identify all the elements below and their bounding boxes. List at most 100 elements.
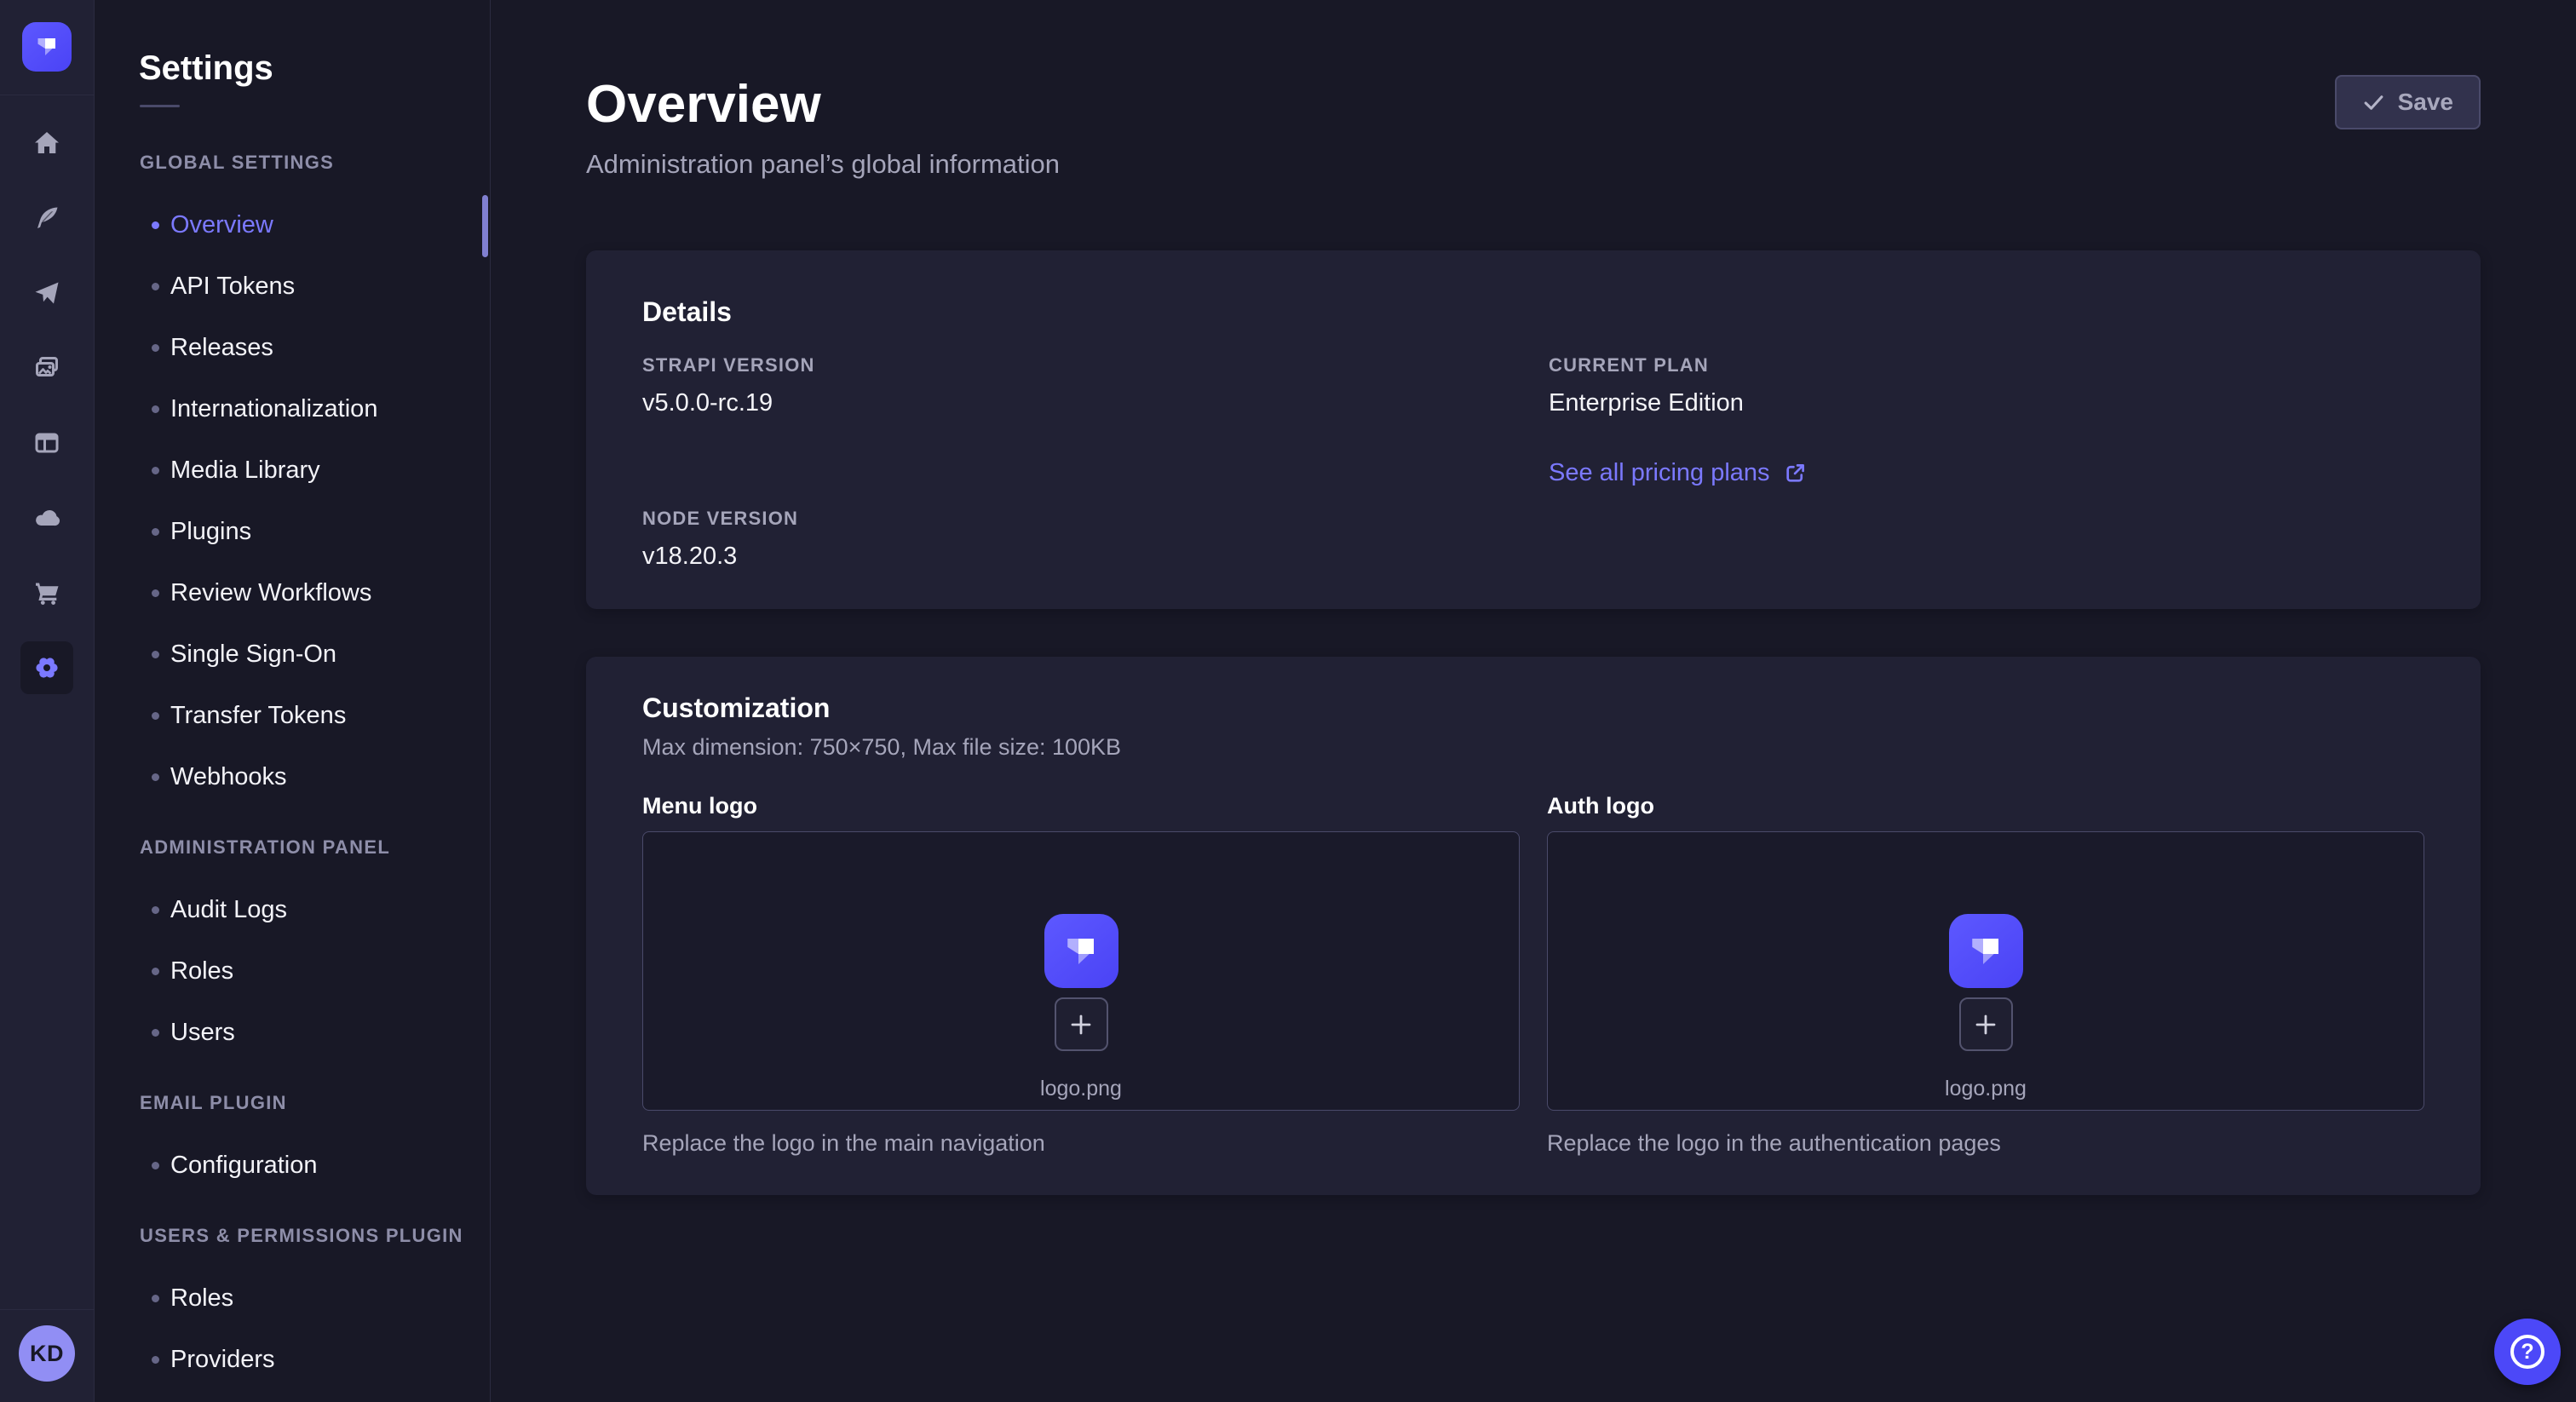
settings-nav-item-configuration[interactable]: Configuration — [95, 1135, 490, 1196]
pricing-plans-link-label: See all pricing plans — [1549, 459, 1770, 487]
strapi-mark-icon — [30, 30, 64, 64]
settings-nav-item-users[interactable]: Users — [95, 1002, 490, 1063]
details-left-column: STRAPI VERSION v5.0.0-rc.19 NODE VERSION… — [642, 354, 1518, 572]
bullet-icon — [152, 221, 159, 229]
settings-nav-item-list: Audit Logs Roles Users — [95, 879, 490, 1063]
rail-home-link[interactable] — [32, 129, 61, 158]
settings-subnav: Settings GLOBAL SETTINGS Overview API To… — [95, 0, 491, 1402]
rail-marketplace-link[interactable] — [32, 578, 61, 607]
cloud-icon — [32, 503, 61, 532]
check-icon — [2362, 91, 2385, 114]
bullet-icon — [152, 651, 159, 658]
rail-content-manager-link[interactable] — [32, 204, 61, 233]
menu-logo-filename: logo.png — [1040, 1076, 1122, 1101]
bullet-icon — [152, 283, 159, 290]
rail-bottom-divider — [0, 1309, 94, 1310]
bullet-icon — [152, 1029, 159, 1037]
settings-nav-item-single-sign-on[interactable]: Single Sign-On — [95, 623, 490, 685]
rail-releases-link[interactable] — [32, 279, 61, 307]
details-card-title: Details — [642, 295, 2424, 329]
customization-card-subtitle: Max dimension: 750×750, Max file size: 1… — [642, 733, 2424, 761]
save-button[interactable]: Save — [2335, 75, 2481, 129]
settings-nav-item-providers[interactable]: Providers — [95, 1329, 490, 1390]
settings-nav-item-plugins[interactable]: Plugins — [95, 501, 490, 562]
settings-nav-section-label: USERS & PERMISSIONS PLUGIN — [140, 1225, 490, 1247]
menu-logo-add-button[interactable] — [1055, 997, 1108, 1051]
home-icon — [32, 129, 61, 158]
menu-logo-dropzone[interactable]: logo.png — [642, 831, 1520, 1111]
settings-nav-item-releases[interactable]: Releases — [95, 317, 490, 378]
settings-nav-item-overview[interactable]: Overview — [95, 194, 490, 256]
save-button-label: Save — [2398, 89, 2453, 116]
bullet-icon — [152, 712, 159, 720]
settings-nav-item-media-library[interactable]: Media Library — [95, 440, 490, 501]
settings-nav-item-internationalization[interactable]: Internationalization — [95, 378, 490, 440]
layout-icon — [32, 428, 61, 457]
settings-nav-item-list: Configuration — [95, 1135, 490, 1196]
auth-logo-preview — [1949, 914, 2023, 988]
bullet-icon — [152, 1295, 159, 1302]
strapi-version-label: STRAPI VERSION — [642, 354, 1518, 376]
auth-logo-add-button[interactable] — [1959, 997, 2013, 1051]
bullet-icon — [152, 906, 159, 914]
auth-logo-label: Auth logo — [1547, 792, 2424, 819]
auth-logo-caption: Replace the logo in the authentication p… — [1547, 1129, 2424, 1158]
node-version-label: NODE VERSION — [642, 508, 1518, 530]
auth-logo-field: Auth logo — [1547, 792, 2424, 1158]
paper-plane-icon — [32, 279, 61, 307]
current-plan-field: CURRENT PLAN Enterprise Edition — [1549, 354, 2424, 418]
page-title: Overview — [586, 73, 2481, 136]
current-plan-value: Enterprise Edition — [1549, 388, 2424, 418]
settings-nav-item-review-workflows[interactable]: Review Workflows — [95, 562, 490, 623]
page-header: Overview Administration panel’s global i… — [586, 0, 2481, 181]
strapi-version-value: v5.0.0-rc.19 — [642, 388, 1518, 418]
question-mark-icon: ? — [2510, 1335, 2544, 1369]
strapi-version-field: STRAPI VERSION v5.0.0-rc.19 — [642, 354, 1518, 418]
external-link-icon — [1783, 461, 1808, 486]
settings-nav-section-label: ADMINISTRATION PANEL — [140, 836, 490, 859]
settings-nav-section: GLOBAL SETTINGS Overview API Tokens Rele… — [95, 152, 490, 807]
settings-nav-item-roles[interactable]: Roles — [95, 940, 490, 1002]
menu-logo-caption: Replace the logo in the main navigation — [642, 1129, 1520, 1158]
auth-logo-dropzone[interactable]: logo.png — [1547, 831, 2424, 1111]
settings-nav-item-transfer-tokens[interactable]: Transfer Tokens — [95, 685, 490, 746]
settings-nav-item-roles[interactable]: Roles — [95, 1267, 490, 1329]
current-plan-label: CURRENT PLAN — [1549, 354, 2424, 376]
strapi-mark-icon — [1055, 926, 1107, 977]
rail-media-library-link[interactable] — [32, 353, 61, 382]
node-version-field: NODE VERSION v18.20.3 — [642, 508, 1518, 572]
bullet-icon — [152, 467, 159, 474]
strapi-logo[interactable] — [22, 22, 72, 72]
subnav-scrollbar[interactable] — [482, 195, 488, 257]
node-version-value: v18.20.3 — [642, 541, 1518, 572]
page-subtitle: Administration panel’s global informatio… — [586, 148, 2481, 181]
bullet-icon — [152, 528, 159, 536]
rail-content-type-builder-link[interactable] — [32, 428, 61, 457]
plus-icon — [1972, 1011, 1999, 1038]
bullet-icon — [152, 1162, 159, 1169]
pricing-plans-link[interactable]: See all pricing plans — [1549, 459, 1808, 487]
rail-cloud-link[interactable] — [32, 503, 61, 532]
rail-icon-list — [32, 129, 61, 682]
subnav-title-divider — [140, 105, 180, 107]
settings-nav-item-audit-logs[interactable]: Audit Logs — [95, 879, 490, 940]
settings-nav-item-list: Roles Providers — [95, 1267, 490, 1390]
settings-nav-section: ADMINISTRATION PANEL Audit Logs Roles Us… — [95, 836, 490, 1063]
settings-nav-sections: GLOBAL SETTINGS Overview API Tokens Rele… — [95, 152, 490, 1390]
menu-logo-field: Menu logo — [642, 792, 1520, 1158]
help-button[interactable]: ? — [2494, 1319, 2561, 1385]
user-avatar[interactable]: KD — [19, 1325, 75, 1382]
gear-icon — [32, 652, 61, 683]
details-right-column: CURRENT PLAN Enterprise Edition See all … — [1549, 354, 2424, 572]
cart-icon — [32, 578, 61, 607]
settings-nav-item-api-tokens[interactable]: API Tokens — [95, 256, 490, 317]
bullet-icon — [152, 344, 159, 352]
details-card: Details STRAPI VERSION v5.0.0-rc.19 NODE… — [586, 250, 2481, 609]
menu-logo-preview — [1044, 914, 1118, 988]
rail-settings-link[interactable] — [32, 653, 61, 682]
pictures-icon — [32, 353, 61, 382]
settings-nav-item-webhooks[interactable]: Webhooks — [95, 746, 490, 807]
customization-card: Customization Max dimension: 750×750, Ma… — [586, 657, 2481, 1195]
main-nav-rail: KD — [0, 0, 95, 1402]
bullet-icon — [152, 1356, 159, 1364]
